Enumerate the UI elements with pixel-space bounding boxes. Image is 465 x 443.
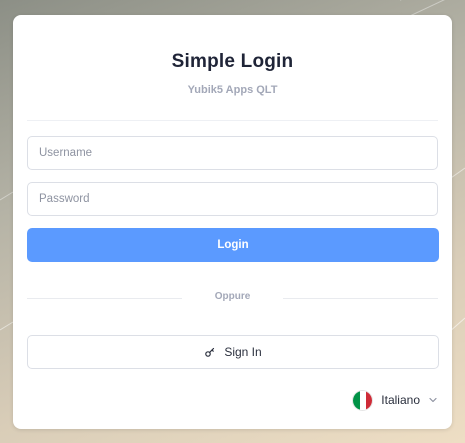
password-input[interactable] xyxy=(27,182,438,216)
separator-label: Oppure xyxy=(214,291,251,302)
chevron-down-icon xyxy=(429,397,437,403)
sign-in-button[interactable]: Sign In xyxy=(27,335,439,369)
sign-in-label: Sign In xyxy=(224,345,262,359)
login-card: Simple Login Yubik5 Apps QLT Login Oppur… xyxy=(13,15,452,429)
login-button[interactable]: Login xyxy=(27,228,439,262)
separator-line-right xyxy=(283,298,438,299)
italy-flag-icon xyxy=(352,389,374,411)
page-subtitle: Yubik5 Apps QLT xyxy=(187,84,278,96)
divider xyxy=(27,120,438,121)
or-separator: Oppure xyxy=(27,291,438,305)
page-title: Simple Login xyxy=(171,51,294,72)
username-input[interactable] xyxy=(27,136,438,170)
key-icon xyxy=(205,347,215,357)
language-label: Italiano xyxy=(381,393,420,407)
language-selector[interactable]: Italiano xyxy=(352,389,438,411)
